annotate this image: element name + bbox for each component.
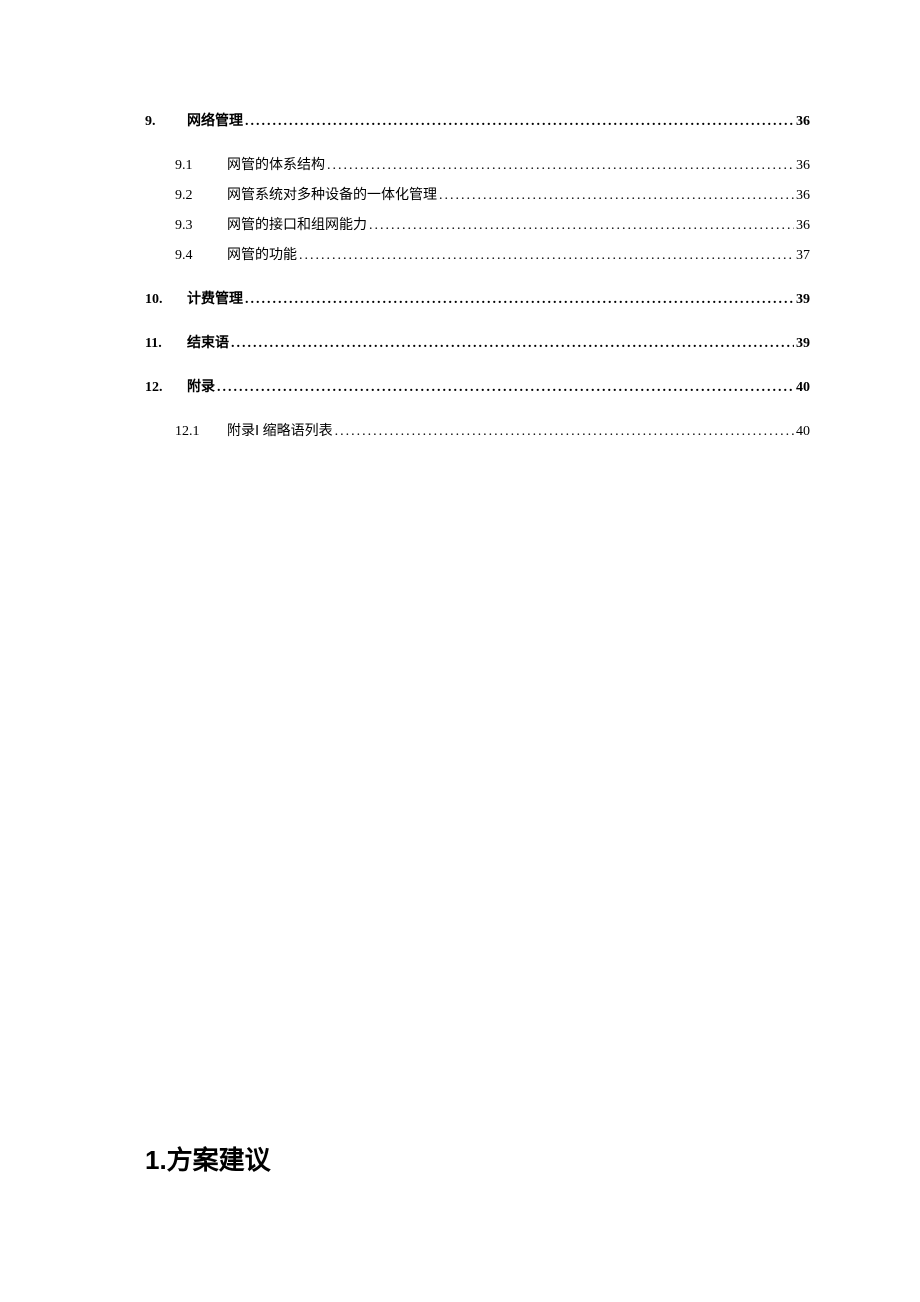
toc-number: 9.4 xyxy=(175,248,227,264)
toc-number: 9.2 xyxy=(175,188,227,204)
toc-number: 9.1 xyxy=(175,158,227,174)
toc-leader-dots xyxy=(243,292,796,308)
toc-number: 12. xyxy=(145,380,187,396)
document-page: 9. 网络管理 36 9.1 网管的体系结构 36 9.2 网管系统对多种设备的… xyxy=(0,0,920,1177)
toc-number: 12.1 xyxy=(175,424,227,440)
toc-entry-sub: 9.1 网管的体系结构 36 xyxy=(145,154,810,174)
toc-leader-dots xyxy=(243,114,796,130)
toc-leader-dots xyxy=(325,158,796,174)
toc-entry-main: 11. 结束语 39 xyxy=(145,332,810,352)
toc-number: 9. xyxy=(145,114,187,130)
toc-page-number: 37 xyxy=(796,248,810,264)
toc-title: 网管的功能 xyxy=(227,244,297,264)
toc-entry-main: 9. 网络管理 36 xyxy=(145,110,810,130)
toc-page-number: 36 xyxy=(796,218,810,234)
toc-title: 网络管理 xyxy=(187,110,243,130)
section-heading: 1.方案建议 xyxy=(145,1140,810,1177)
toc-entry-sub: 12.1 附录Ⅰ 缩略语列表 40 xyxy=(145,420,810,440)
toc-number: 10. xyxy=(145,292,187,308)
toc-title: 附录 xyxy=(187,376,215,396)
toc-title: 网管的接口和组网能力 xyxy=(227,214,367,234)
toc-entry-sub: 9.2 网管系统对多种设备的一体化管理 36 xyxy=(145,184,810,204)
toc-entry-sub: 9.3 网管的接口和组网能力 36 xyxy=(145,214,810,234)
toc-title: 网管的体系结构 xyxy=(227,154,325,174)
toc-number: 11. xyxy=(145,336,187,352)
toc-page-number: 36 xyxy=(796,188,810,204)
toc-leader-dots xyxy=(229,336,796,352)
toc-leader-dots xyxy=(367,218,796,234)
toc-title: 计费管理 xyxy=(187,288,243,308)
toc-page-number: 40 xyxy=(796,380,810,396)
toc-page-number: 36 xyxy=(796,158,810,174)
toc-number: 9.3 xyxy=(175,218,227,234)
toc-leader-dots xyxy=(437,188,796,204)
toc-entry-main: 10. 计费管理 39 xyxy=(145,288,810,308)
toc-entry-sub: 9.4 网管的功能 37 xyxy=(145,244,810,264)
toc-page-number: 40 xyxy=(796,424,810,440)
toc-leader-dots xyxy=(333,424,796,440)
toc-title: 附录Ⅰ 缩略语列表 xyxy=(227,420,333,440)
toc-entry-main: 12. 附录 40 xyxy=(145,376,810,396)
toc-leader-dots xyxy=(215,380,796,396)
toc-title: 网管系统对多种设备的一体化管理 xyxy=(227,184,437,204)
toc-page-number: 39 xyxy=(796,292,810,308)
toc-page-number: 36 xyxy=(796,114,810,130)
toc-page-number: 39 xyxy=(796,336,810,352)
toc-title: 结束语 xyxy=(187,332,229,352)
toc-leader-dots xyxy=(297,248,796,264)
